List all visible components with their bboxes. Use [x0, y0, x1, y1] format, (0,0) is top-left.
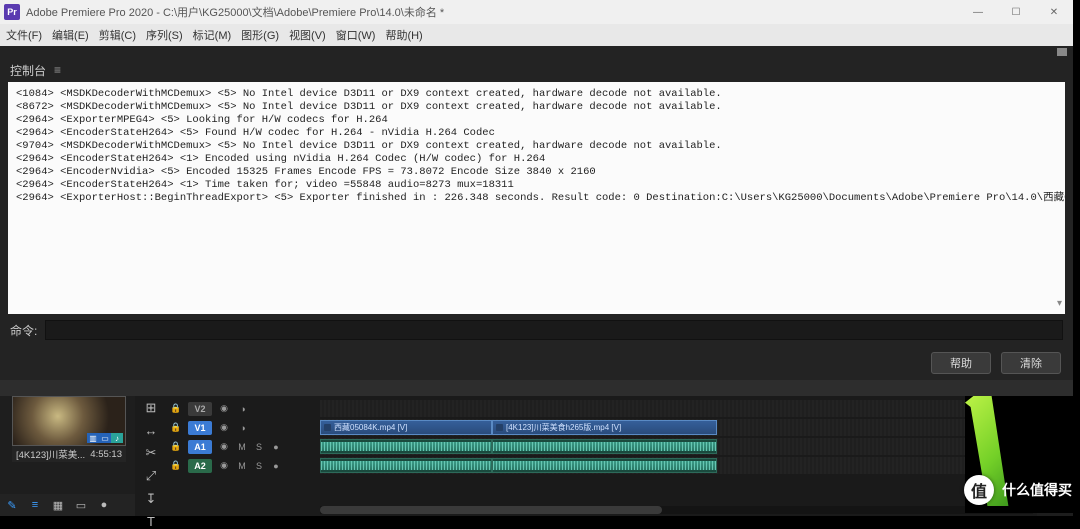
slip-tool-icon[interactable]: ⤢ — [142, 468, 160, 484]
video-badge-icon: ▥ — [87, 433, 99, 443]
razor-tool-icon[interactable]: ✂ — [142, 445, 160, 461]
zoom-slider-icon[interactable]: ● — [97, 498, 111, 512]
clip-duration: 4:55:13 — [90, 449, 122, 460]
track-a1-toggle[interactable]: A1 — [188, 440, 212, 454]
console-line: <2964> <EncoderStateH264> <5> Found H/W … — [16, 127, 495, 139]
source-thumbnail[interactable]: ▥ ▭ ♪ — [12, 396, 126, 446]
fx-badge-icon — [496, 424, 503, 431]
console-line: <2964> <EncoderStateH264> <1> Time taken… — [16, 179, 514, 191]
selection-tool-icon[interactable]: ⊞ — [142, 400, 160, 416]
maximize-button[interactable]: ☐ — [997, 0, 1035, 24]
waveform-icon — [321, 440, 491, 453]
audio-badge-icon: ♪ — [111, 433, 123, 443]
console-panel-header[interactable]: 控制台 ≡ — [0, 58, 1073, 82]
menu-clip[interactable]: 剪辑(C) — [99, 27, 136, 43]
menu-edit[interactable]: 编辑(E) — [52, 27, 89, 43]
lock-icon[interactable]: 🔒 — [169, 403, 183, 414]
watermark-badge: 值 — [964, 475, 994, 505]
audio-clip[interactable] — [492, 458, 717, 473]
console-line: <2964> <EncoderNvidia> <5> Encoded 15325… — [16, 166, 596, 178]
command-label: 命令: — [10, 322, 37, 339]
minimize-button[interactable]: — — [959, 0, 997, 24]
panel-marker-icon — [1057, 48, 1067, 56]
video-clip[interactable]: 西藏05084K.mp4 [V] — [320, 420, 492, 435]
watermark-text: 什么值得买 — [1002, 480, 1072, 500]
voiceover-button[interactable]: ● — [270, 461, 282, 471]
sync-lock-icon[interactable]: ◑ — [236, 404, 250, 414]
waveform-icon — [321, 459, 491, 472]
solo-button[interactable]: S — [253, 461, 265, 471]
voiceover-button[interactable]: ● — [270, 442, 282, 452]
menu-graphics[interactable]: 图形(G) — [241, 27, 279, 43]
help-button[interactable]: 帮助 — [931, 352, 991, 374]
icon-view-icon[interactable]: ▦ — [51, 498, 65, 512]
freeform-view-icon[interactable]: ▭ — [74, 498, 88, 512]
menubar: 文件(F) 编辑(E) 剪辑(C) 序列(S) 标记(M) 图形(G) 视图(V… — [0, 24, 1073, 46]
ripple-tool-icon[interactable]: ↔ — [142, 423, 160, 438]
clip-name: [4K123]川菜美... — [16, 447, 85, 461]
console-line: <2964> <ExporterHost::BeginThreadExport>… — [16, 192, 1065, 204]
track-v2-toggle[interactable]: V2 — [188, 402, 212, 416]
track-output-icon[interactable]: ◉ — [217, 403, 231, 414]
track-header: 🔒 V2 ◉ ◑ 🔒 V1 ◉ ◑ 🔒 A1 ◉ M S ● — [165, 396, 320, 516]
timeline-canvas[interactable]: 西藏05084K.mp4 [V] [4K123]川菜美食h265版.mp4 [V… — [320, 396, 1073, 516]
menu-file[interactable]: 文件(F) — [6, 27, 42, 43]
console-log[interactable]: <1084> <MSDKDecoderWithMCDemux> <5> No I… — [8, 82, 1065, 314]
command-input[interactable] — [45, 320, 1063, 340]
pen-icon[interactable]: ✎ — [5, 498, 19, 512]
blank-area — [1073, 0, 1080, 396]
menu-help[interactable]: 帮助(H) — [385, 27, 422, 43]
video-clip[interactable]: [4K123]川菜美食h265版.mp4 [V] — [492, 420, 717, 435]
track-output-icon[interactable]: ◉ — [217, 422, 231, 433]
audio-clip[interactable] — [320, 458, 492, 473]
console-line: <8672> <MSDKDecoderWithMCDemux> <5> No I… — [16, 101, 722, 113]
audio-clip[interactable] — [492, 439, 717, 454]
console-line: <1084> <MSDKDecoderWithMCDemux> <5> No I… — [16, 88, 722, 100]
scroll-down-icon[interactable]: ▾ — [1057, 298, 1062, 311]
clear-button[interactable]: 清除 — [1001, 352, 1061, 374]
clip-label: [4K123]川菜美食h265版.mp4 [V] — [506, 422, 621, 433]
watermark: 值 什么值得买 — [964, 475, 1072, 505]
console-line: <9704> <MSDKDecoderWithMCDemux> <5> No I… — [16, 140, 722, 152]
list-view-icon[interactable]: ≡ — [28, 498, 42, 512]
clip-label: 西藏05084K.mp4 [V] — [334, 422, 407, 433]
mute-button[interactable]: M — [236, 442, 248, 452]
waveform-icon — [493, 440, 716, 453]
titlebar[interactable]: Pr Adobe Premiere Pro 2020 - C:\用户\KG250… — [0, 0, 1073, 24]
lock-icon[interactable]: 🔒 — [169, 422, 183, 433]
fx-badge-icon — [324, 424, 331, 431]
lock-icon[interactable]: 🔒 — [169, 441, 183, 452]
hd-badge-icon: ▭ — [99, 433, 111, 443]
workspace-tabstrip[interactable] — [0, 46, 1073, 58]
app-icon: Pr — [4, 4, 20, 20]
console-panel-title: 控制台 — [10, 62, 46, 79]
menu-window[interactable]: 窗口(W) — [336, 27, 376, 43]
lock-icon[interactable]: 🔒 — [169, 460, 183, 471]
waveform-icon — [493, 459, 716, 472]
solo-button[interactable]: S — [253, 442, 265, 452]
track-a2-toggle[interactable]: A2 — [188, 459, 212, 473]
pen-tool-icon[interactable]: ↧ — [142, 491, 160, 507]
console-line: <2964> <EncoderStateH264> <1> Encoded us… — [16, 153, 545, 165]
menu-view[interactable]: 视图(V) — [289, 27, 326, 43]
timeline-tools: ⊞ ↔ ✂ ⤢ ↧ T — [137, 396, 165, 516]
close-button[interactable]: ✕ — [1035, 0, 1073, 24]
track-v1-toggle[interactable]: V1 — [188, 421, 212, 435]
audio-clip[interactable] — [320, 439, 492, 454]
sync-lock-icon[interactable]: ◑ — [236, 423, 250, 433]
track-output-icon[interactable]: ◉ — [217, 441, 231, 452]
console-line: <2964> <ExporterMPEG4> <5> Looking for H… — [16, 114, 388, 126]
panel-menu-icon[interactable]: ≡ — [54, 63, 61, 77]
window-title: Adobe Premiere Pro 2020 - C:\用户\KG25000\… — [26, 4, 1069, 20]
type-tool-icon[interactable]: T — [142, 514, 160, 529]
menu-marker[interactable]: 标记(M) — [193, 27, 232, 43]
track-output-icon[interactable]: ◉ — [217, 460, 231, 471]
mute-button[interactable]: M — [236, 461, 248, 471]
menu-sequence[interactable]: 序列(S) — [146, 27, 183, 43]
